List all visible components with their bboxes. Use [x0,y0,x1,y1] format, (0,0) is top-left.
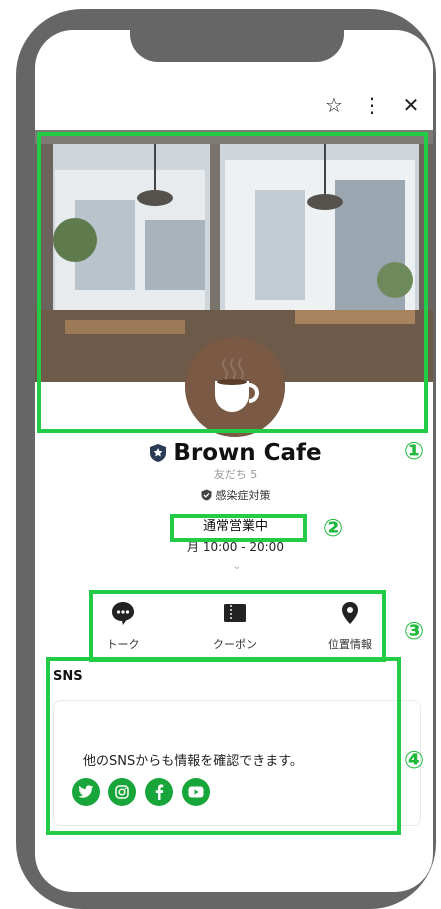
action-talk-button[interactable]: トーク [78,600,168,652]
more-vertical-icon[interactable]: ⋮ [358,90,386,120]
annotation-3: ③ [403,617,425,645]
annotation-4: ④ [403,746,425,774]
sns-description: 他のSNSからも情報を確認できます。 [83,754,303,769]
annotation-2: ② [322,514,344,542]
profile-name: Brown Cafe [173,440,322,466]
action-location-label: 位置情報 [328,638,372,651]
covid-measures[interactable]: 感染症対策 [15,487,441,503]
action-talk-label: トーク [106,638,140,651]
friends-count: 友だち 5 [213,468,258,481]
action-coupon-button[interactable]: クーポン [190,600,280,652]
chat-bubble-icon [112,602,134,625]
profile-name-wrap: Brown Cafe [149,440,322,466]
action-location-button[interactable]: 位置情報 [305,600,395,652]
coupon-icon [224,604,246,622]
sns-section-title: SNS [53,669,83,684]
annotation-1: ① [403,437,425,465]
facebook-icon[interactable] [145,778,173,806]
twitter-icon[interactable] [72,778,100,806]
phone-notch [130,30,344,62]
top-bar: ☆ ⋮ ✕ [35,60,433,117]
covid-measures-label: 感染症対策 [215,489,271,502]
instagram-icon[interactable] [108,778,136,806]
business-status: 通常営業中 [202,519,268,534]
shield-icon [201,489,211,501]
location-pin-icon [342,602,358,624]
youtube-icon[interactable] [182,778,210,806]
profile-name-row: Brown Cafe [15,440,441,467]
highlight-box-4 [46,657,401,835]
star-outline-icon[interactable]: ☆ [320,90,348,120]
highlight-box-1 [37,132,428,433]
close-icon[interactable]: ✕ [397,90,425,120]
chevron-down-icon[interactable]: ⌄ [229,561,245,572]
action-coupon-label: クーポン [213,638,257,651]
verified-shield-icon [150,444,167,462]
